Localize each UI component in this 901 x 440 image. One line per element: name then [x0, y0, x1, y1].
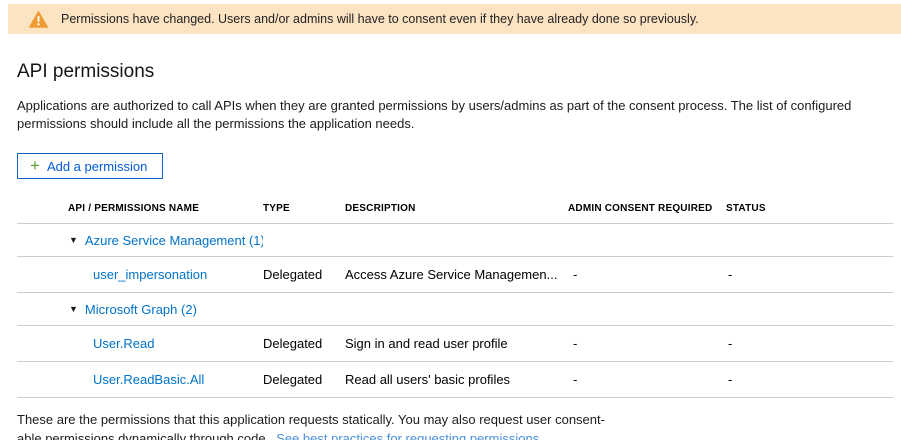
- permission-type-cell: Delegated: [263, 372, 345, 387]
- api-permissions-panel: API permissions Applications are authori…: [0, 61, 901, 440]
- permission-type-cell: Delegated: [263, 336, 345, 351]
- status-cell: -: [726, 336, 893, 351]
- table-row-group: ▼ Microsoft Graph (2): [17, 293, 893, 326]
- header-type: TYPE: [263, 203, 345, 214]
- permission-type-cell: Delegated: [263, 267, 345, 282]
- permission-name-cell: user_impersonation: [17, 267, 263, 282]
- banner-message: Permissions have changed. Users and/or a…: [61, 12, 699, 26]
- api-group-link[interactable]: Microsoft Graph (2): [85, 302, 197, 317]
- add-permission-label: Add a permission: [47, 159, 147, 174]
- permission-description-cell: Sign in and read user profile: [345, 336, 568, 351]
- permission-description-cell: Access Azure Service Managemen...: [345, 267, 568, 282]
- admin-consent-cell: -: [568, 267, 726, 282]
- table-row-group: ▼ Azure Service Management (1): [17, 224, 893, 257]
- table-row: User.ReadBasic.All DelegatedRead all user…: [17, 362, 893, 398]
- table-row: User.Read DelegatedSign in and read user …: [17, 326, 893, 362]
- header-status: STATUS: [726, 203, 893, 214]
- status-cell: -: [726, 372, 893, 387]
- status-cell: -: [726, 267, 893, 282]
- permissions-changed-banner: Permissions have changed. Users and/or a…: [8, 4, 901, 34]
- page-description: Applications are authorized to call APIs…: [17, 97, 883, 133]
- api-group-link[interactable]: Azure Service Management (1): [85, 233, 263, 248]
- permissions-table: API / PERMISSIONS NAME TYPE DESCRIPTION …: [17, 193, 893, 398]
- warning-icon: [29, 11, 48, 28]
- permission-link[interactable]: User.ReadBasic.All: [93, 372, 204, 387]
- header-api-permissions-name: API / PERMISSIONS NAME: [17, 203, 263, 214]
- admin-consent-cell: -: [568, 336, 726, 351]
- collapse-triangle-icon[interactable]: ▼: [69, 305, 78, 314]
- permissions-table-header: API / PERMISSIONS NAME TYPE DESCRIPTION …: [17, 193, 893, 223]
- static-permissions-note: These are the permissions that this appl…: [17, 411, 893, 440]
- page-title: API permissions: [17, 61, 893, 83]
- header-admin-consent-required: ADMIN CONSENT REQUIRED: [568, 203, 726, 214]
- add-permission-button[interactable]: + Add a permission: [17, 153, 163, 179]
- admin-consent-cell: -: [568, 372, 726, 387]
- permission-link[interactable]: User.Read: [93, 336, 154, 351]
- permission-description-cell: Read all users' basic profiles: [345, 372, 568, 387]
- permissions-table-body: ▼ Azure Service Management (1) user_impers…: [17, 223, 893, 398]
- header-description: DESCRIPTION: [345, 203, 568, 214]
- note-line-1: These are the permissions that this appl…: [17, 412, 605, 427]
- permission-link[interactable]: user_impersonation: [93, 267, 207, 282]
- group-name-cell: ▼ Microsoft Graph (2): [17, 302, 263, 317]
- note-line-2: able permissions dynamically through cod…: [17, 431, 269, 440]
- group-name-cell: ▼ Azure Service Management (1): [17, 233, 263, 248]
- plus-icon: +: [30, 157, 40, 174]
- best-practices-link[interactable]: See best practices for requesting permis…: [276, 431, 539, 440]
- permission-name-cell: User.ReadBasic.All: [17, 372, 263, 387]
- collapse-triangle-icon[interactable]: ▼: [69, 236, 78, 245]
- permission-name-cell: User.Read: [17, 336, 263, 351]
- table-row: user_impersonation DelegatedAccess Azure …: [17, 257, 893, 293]
